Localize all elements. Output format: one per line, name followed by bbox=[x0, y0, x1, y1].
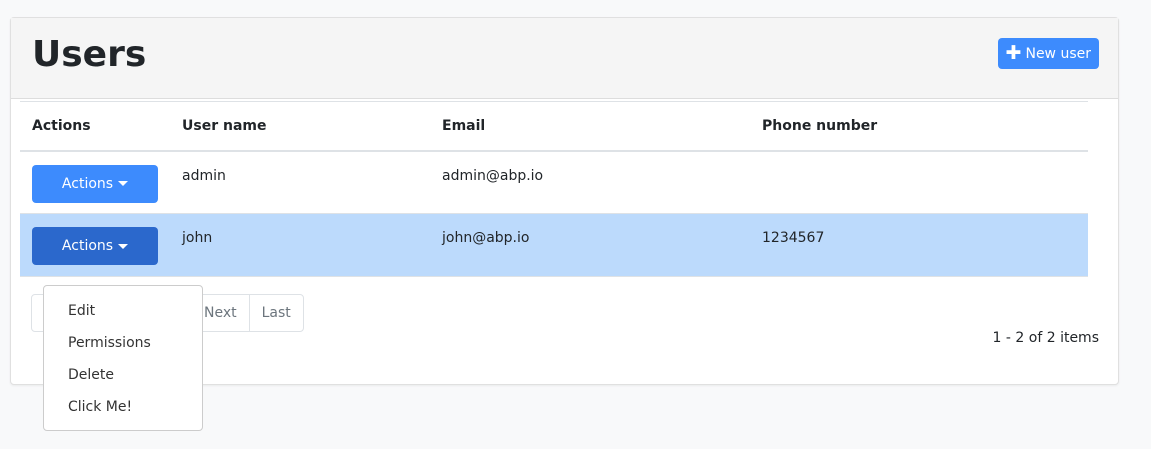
cell-username: admin bbox=[170, 150, 430, 214]
actions-button[interactable]: Actions bbox=[32, 164, 158, 203]
actions-dropdown-menu: Edit Permissions Delete Click Me! bbox=[43, 285, 203, 431]
page-title: Users bbox=[32, 34, 147, 75]
plus-icon: ✚ bbox=[1005, 42, 1022, 64]
items-summary: 1 - 2 of 2 items bbox=[992, 330, 1099, 346]
actions-button[interactable]: Actions bbox=[32, 227, 158, 265]
page-last[interactable]: Last bbox=[248, 295, 303, 331]
cell-email: john@abp.io bbox=[430, 213, 750, 277]
col-username[interactable]: User name bbox=[170, 101, 430, 152]
table-row: Actions admin admin@abp.io bbox=[20, 150, 1088, 214]
card-header: Users ✚ New user bbox=[11, 18, 1118, 99]
cell-phone bbox=[750, 150, 1088, 214]
actions-label: Actions bbox=[61, 175, 114, 192]
menu-item-click-me[interactable]: Click Me! bbox=[44, 391, 202, 423]
menu-item-permissions[interactable]: Permissions bbox=[44, 327, 202, 359]
new-user-label: New user bbox=[1025, 45, 1091, 62]
col-email[interactable]: Email bbox=[430, 101, 750, 152]
cell-email: admin@abp.io bbox=[430, 150, 750, 214]
new-user-button[interactable]: ✚ New user bbox=[997, 38, 1099, 69]
cell-phone: 1234567 bbox=[750, 213, 1088, 277]
menu-item-delete[interactable]: Delete bbox=[44, 359, 202, 391]
menu-item-edit[interactable]: Edit bbox=[44, 295, 202, 327]
table-row: Actions john john@abp.io 1234567 bbox=[20, 213, 1088, 277]
caret-down-icon bbox=[118, 243, 129, 249]
actions-label: Actions bbox=[61, 238, 114, 254]
col-actions: Actions bbox=[20, 101, 170, 152]
caret-down-icon bbox=[118, 181, 129, 186]
cell-username: john bbox=[170, 213, 430, 277]
users-table: Actions User name Email Phone number Act… bbox=[20, 101, 1088, 277]
col-phone[interactable]: Phone number bbox=[750, 101, 1088, 152]
